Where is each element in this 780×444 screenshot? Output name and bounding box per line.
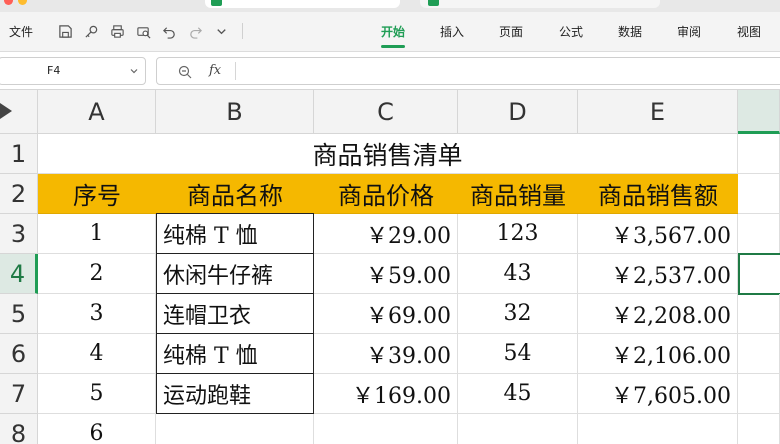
cell-no[interactable]: 6 <box>38 414 156 444</box>
ribbon-menu-bar: 文件 开始 插入 页面 公式 数据 审阅 视图 <box>0 12 780 52</box>
cell-qty[interactable]: 54 <box>458 334 578 374</box>
toolbar-divider <box>242 23 243 39</box>
cell-f1[interactable] <box>738 134 780 174</box>
print-icon[interactable] <box>108 22 126 40</box>
key-icon[interactable] <box>82 22 100 40</box>
dropdown-icon[interactable] <box>212 22 230 40</box>
cell-f7[interactable] <box>738 374 780 414</box>
zoom-icon[interactable] <box>177 64 193 80</box>
cell-price[interactable]: ￥39.00 <box>314 334 458 374</box>
cell-price[interactable]: ￥69.00 <box>314 294 458 334</box>
cell-qty[interactable]: 32 <box>458 294 578 334</box>
sheet-title-cell[interactable]: 商品销售清单 <box>38 134 738 174</box>
cell-qty[interactable]: 45 <box>458 374 578 414</box>
formula-input[interactable]: fx <box>156 57 780 85</box>
cell-price[interactable]: ￥29.00 <box>314 214 458 254</box>
cell-f5[interactable] <box>738 294 780 334</box>
document-tab[interactable] <box>420 0 660 8</box>
header-cell-qty[interactable]: 商品销量 <box>458 174 578 214</box>
header-cell-name[interactable]: 商品名称 <box>156 174 314 214</box>
select-all-icon <box>0 103 12 119</box>
menu-data[interactable]: 数据 <box>618 23 642 40</box>
cell-reference: F4 <box>47 64 61 77</box>
cell-no[interactable]: 3 <box>38 294 156 334</box>
column-header-c[interactable]: C <box>314 90 458 134</box>
active-cell-f4[interactable] <box>738 253 780 295</box>
cell-product-name[interactable]: 纯棉 T 恤 <box>156 213 314 254</box>
cell-no[interactable]: 4 <box>38 334 156 374</box>
cell-sales[interactable]: ￥7,605.00 <box>578 374 738 414</box>
cell-no[interactable]: 2 <box>38 254 156 294</box>
spreadsheet-icon <box>211 0 222 6</box>
fx-icon[interactable]: fx <box>209 63 221 78</box>
cell-price[interactable]: ￥169.00 <box>314 374 458 414</box>
window-tab-strip <box>0 0 780 12</box>
save-icon[interactable] <box>56 22 74 40</box>
row-header-5[interactable]: 5 <box>0 294 38 334</box>
window-close-button[interactable] <box>4 0 13 5</box>
select-all-corner[interactable] <box>0 90 38 134</box>
cell-f3[interactable] <box>738 214 780 254</box>
menu-formula[interactable]: 公式 <box>559 23 583 40</box>
document-tab-active[interactable] <box>205 0 400 8</box>
spreadsheet-icon <box>428 0 439 6</box>
cell-b8[interactable] <box>156 414 314 444</box>
cell-price[interactable]: ￥59.00 <box>314 254 458 294</box>
active-menu-indicator <box>381 45 405 48</box>
cell-sales[interactable]: ￥2,537.00 <box>578 254 738 294</box>
formula-bar: F4 fx <box>0 52 780 90</box>
file-menu[interactable]: 文件 <box>9 23 33 40</box>
cell-sales[interactable]: ￥3,567.00 <box>578 214 738 254</box>
menu-page[interactable]: 页面 <box>499 23 523 40</box>
cell-qty[interactable]: 123 <box>458 214 578 254</box>
name-box[interactable]: F4 <box>0 57 146 85</box>
cell-product-name[interactable]: 休闲牛仔裤 <box>156 253 314 294</box>
cell-sales[interactable]: ￥2,106.00 <box>578 334 738 374</box>
cell-c8[interactable] <box>314 414 458 444</box>
row-header-6[interactable]: 6 <box>0 334 38 374</box>
print-preview-icon[interactable] <box>134 22 152 40</box>
row-header-3[interactable]: 3 <box>0 214 38 254</box>
formula-divider <box>235 62 236 80</box>
cell-sales[interactable]: ￥2,208.00 <box>578 294 738 334</box>
cell-qty[interactable]: 43 <box>458 254 578 294</box>
row-header-8[interactable]: 8 <box>0 414 38 444</box>
row-header-2[interactable]: 2 <box>0 174 38 214</box>
row-header-4[interactable]: 4 <box>0 254 38 294</box>
cell-no[interactable]: 1 <box>38 214 156 254</box>
cell-no[interactable]: 5 <box>38 374 156 414</box>
column-header-d[interactable]: D <box>458 90 578 134</box>
cell-product-name[interactable]: 连帽卫衣 <box>156 293 314 334</box>
cell-product-name[interactable]: 运动跑鞋 <box>156 373 314 414</box>
column-header-f[interactable] <box>738 90 780 134</box>
undo-icon[interactable] <box>160 22 178 40</box>
row-header-1[interactable]: 1 <box>0 134 38 174</box>
cell-e8[interactable] <box>578 414 738 444</box>
cell-d8[interactable] <box>458 414 578 444</box>
cell-f8[interactable] <box>738 414 780 444</box>
cell-f6[interactable] <box>738 334 780 374</box>
header-cell-price[interactable]: 商品价格 <box>314 174 458 214</box>
menu-insert[interactable]: 插入 <box>440 23 464 40</box>
header-cell-sales[interactable]: 商品销售额 <box>578 174 738 214</box>
window-minimize-button[interactable] <box>18 0 27 5</box>
menu-review[interactable]: 审阅 <box>677 23 701 40</box>
column-header-a[interactable]: A <box>38 90 156 134</box>
column-header-b[interactable]: B <box>156 90 314 134</box>
row-header-7[interactable]: 7 <box>0 374 38 414</box>
menu-home[interactable]: 开始 <box>381 23 405 40</box>
header-cell-no[interactable]: 序号 <box>38 174 156 214</box>
cell-product-name[interactable]: 纯棉 T 恤 <box>156 333 314 374</box>
menu-view[interactable]: 视图 <box>737 23 761 40</box>
redo-icon[interactable] <box>186 22 204 40</box>
chevron-down-icon <box>130 69 138 74</box>
cell-f2[interactable] <box>738 174 780 214</box>
column-header-e[interactable]: E <box>578 90 738 134</box>
